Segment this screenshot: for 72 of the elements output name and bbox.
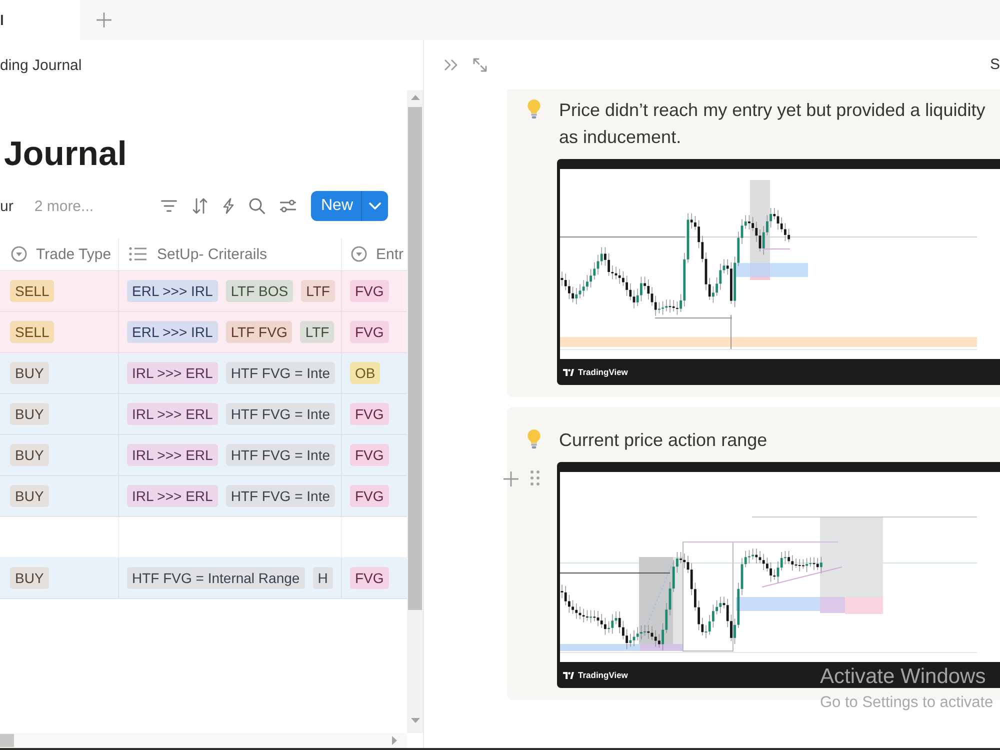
scrollbar-thumb[interactable] bbox=[408, 107, 422, 610]
plus-icon[interactable] bbox=[503, 471, 519, 487]
light-bulb-icon bbox=[527, 429, 541, 449]
new-button[interactable]: New bbox=[311, 191, 361, 221]
multi-select-tag: LTF bbox=[300, 321, 334, 343]
lightning-icon[interactable] bbox=[223, 198, 234, 214]
header-label: S bbox=[990, 56, 1000, 73]
multi-select-tag: IRL >>> ERL bbox=[127, 403, 218, 425]
scrollbar-thumb[interactable] bbox=[0, 734, 14, 747]
page-title: Journal bbox=[4, 134, 128, 175]
sort-icon[interactable] bbox=[192, 198, 208, 214]
chevron-circle-icon bbox=[11, 246, 27, 262]
select-tag: FVG bbox=[350, 444, 389, 466]
select-tag: SELL bbox=[10, 280, 54, 302]
expand-icon[interactable] bbox=[473, 58, 487, 72]
column-header[interactable]: Trade Type bbox=[0, 238, 119, 270]
new-dropdown-button[interactable] bbox=[361, 191, 388, 221]
logo-icon bbox=[563, 368, 574, 376]
multi-select-tag: IRL >>> ERL bbox=[127, 485, 218, 507]
multi-select-tag: LTF FVG bbox=[226, 321, 292, 343]
activation-notice-text: Go to Settings to activate bbox=[820, 693, 994, 713]
select-tag: FVG bbox=[350, 321, 389, 343]
scroll-right-arrow-icon[interactable] bbox=[392, 736, 397, 745]
multi-select-tag: LTF BOS bbox=[226, 280, 294, 302]
multi-select-tag: LTF bbox=[301, 280, 335, 302]
select-tag: FVG bbox=[350, 280, 389, 302]
plus-icon[interactable] bbox=[96, 12, 112, 28]
filter-icon[interactable] bbox=[161, 200, 177, 212]
search-icon[interactable] bbox=[249, 198, 265, 214]
multi-select-tag: IRL >>> ERL bbox=[127, 444, 218, 466]
scroll-down-arrow-icon[interactable] bbox=[410, 718, 420, 723]
caret-icon[interactable] bbox=[369, 202, 381, 210]
select-tag: BUY bbox=[10, 403, 49, 425]
multi-select-tag: HTF FVG = Inte bbox=[226, 485, 336, 507]
select-tag: OB bbox=[350, 362, 380, 384]
select-tag: FVG bbox=[350, 567, 389, 589]
logo-icon bbox=[563, 672, 574, 678]
select-tag: BUY bbox=[10, 444, 49, 466]
select-tag: SELL bbox=[10, 321, 54, 343]
light-bulb-icon bbox=[527, 99, 541, 119]
tab[interactable]: l bbox=[0, 0, 80, 40]
multi-select-tag: HTF FVG = Inte bbox=[226, 362, 336, 384]
sliders-icon[interactable] bbox=[280, 199, 296, 213]
callout-text: Price didn’t reach my entry yet but provided a liquidity as inducement. bbox=[558, 99, 986, 149]
select-tag: FVG bbox=[350, 403, 389, 425]
multi-select-tag: ERL >>> IRL bbox=[127, 321, 218, 343]
multi-select-tag: HTF FVG = Internal Range bbox=[127, 567, 305, 589]
multi-select-tag: IRL >>> ERL bbox=[127, 362, 218, 384]
breadcrumb-link[interactable]: ding Journal bbox=[0, 56, 82, 74]
brand-label: TradingView bbox=[578, 670, 628, 680]
list-icon bbox=[129, 247, 147, 261]
vertical-scrollbar[interactable] bbox=[407, 90, 423, 733]
select-tag: BUY bbox=[10, 485, 49, 507]
horizontal-scrollbar[interactable] bbox=[0, 733, 407, 748]
activation-notice-title: Activate Windows bbox=[820, 664, 986, 690]
select-tag: BUY bbox=[10, 567, 49, 589]
callout-text: Current price action range bbox=[558, 429, 768, 452]
multi-select-tag: H bbox=[312, 567, 333, 589]
select-tag: FVG bbox=[350, 485, 389, 507]
view-tab[interactable]: ur bbox=[0, 198, 14, 214]
multi-select-tag: ERL >>> IRL bbox=[127, 280, 218, 302]
more-views-button[interactable]: 2 more... bbox=[34, 198, 94, 214]
scroll-up-arrow-icon[interactable] bbox=[410, 94, 420, 100]
column-header[interactable]: Entr bbox=[342, 238, 407, 270]
multi-select-tag: HTF FVG = Inte bbox=[226, 403, 336, 425]
select-tag: BUY bbox=[10, 362, 49, 384]
chevron-circle-icon bbox=[351, 246, 367, 262]
brand-label: TradingView bbox=[578, 367, 628, 377]
double-chevron-icon[interactable] bbox=[444, 58, 458, 70]
multi-select-tag: HTF FVG = Inte bbox=[226, 444, 336, 466]
drag-handle-icon[interactable] bbox=[530, 470, 540, 486]
column-header[interactable]: SetUp- Criterails bbox=[119, 238, 342, 270]
